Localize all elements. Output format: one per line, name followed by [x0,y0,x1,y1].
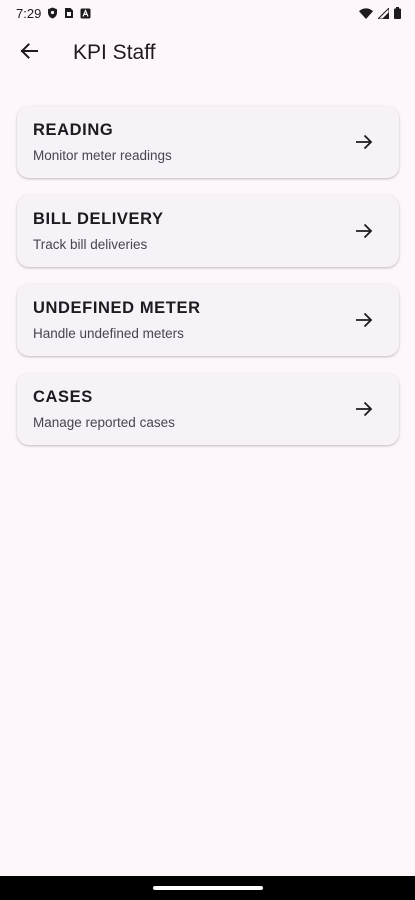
status-time: 7:29 [16,5,42,21]
notification-a-icon [80,8,91,19]
status-bar: 7:29 [0,0,415,26]
status-left: 7:29 [16,6,91,21]
sim-card-icon [64,7,74,19]
battery-icon [394,7,401,19]
arrow-forward-icon [355,401,373,417]
card-text: CASES Manage reported cases [33,388,175,430]
cellular-signal-icon [378,7,389,19]
arrow-forward-icon [355,312,373,328]
system-nav-bar [0,876,415,900]
home-gesture-handle[interactable] [152,886,263,890]
card-subtitle: Handle undefined meters [33,326,184,341]
app-bar: KPI Staff [0,26,415,80]
card-text: READING Monitor meter readings [33,121,172,163]
card-title: CASES [33,388,93,406]
menu-card-cases[interactable]: CASES Manage reported cases [17,373,399,445]
screen: 7:29 KPI Staff READING Monitor meter rea… [0,0,415,900]
card-text: BILL DELIVERY Track bill deliveries [33,210,164,252]
card-title: BILL DELIVERY [33,210,164,228]
status-right [359,7,401,19]
menu-list: READING Monitor meter readings BILL DELI… [17,106,399,445]
wifi-icon [359,7,373,19]
menu-card-reading[interactable]: READING Monitor meter readings [17,106,399,178]
shield-icon [47,7,58,19]
card-subtitle: Manage reported cases [33,415,175,430]
card-subtitle: Monitor meter readings [33,148,172,163]
menu-card-bill-delivery[interactable]: BILL DELIVERY Track bill deliveries [17,195,399,267]
card-subtitle: Track bill deliveries [33,237,148,252]
menu-card-undefined-meter[interactable]: UNDEFINED METER Handle undefined meters [17,284,399,356]
arrow-forward-icon [355,134,373,150]
back-button[interactable] [5,29,53,77]
arrow-forward-icon [355,223,373,239]
card-text: UNDEFINED METER Handle undefined meters [33,299,201,341]
page-title: KPI Staff [73,41,156,64]
arrow-back-icon [20,42,38,64]
card-title: UNDEFINED METER [33,299,201,317]
card-title: READING [33,121,114,139]
